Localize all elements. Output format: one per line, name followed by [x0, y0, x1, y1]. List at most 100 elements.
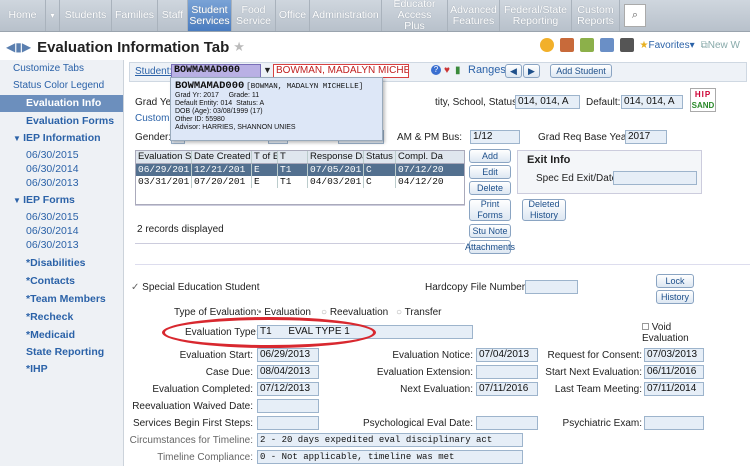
last-team-field[interactable]: 07/11/2014	[644, 382, 704, 396]
add-button[interactable]: Add	[469, 149, 511, 163]
psych-eval-field[interactable]	[476, 416, 538, 430]
circumstances-field[interactable]: 2 - 20 days expedited eval disciplinary …	[257, 433, 523, 447]
lock-button[interactable]: Lock	[656, 274, 694, 288]
section-divider	[135, 264, 750, 265]
student-name-field[interactable]: BOWMAN, MADALYN MICHELLE	[273, 64, 409, 78]
compliance-field[interactable]: 0 - Not applicable, timeline was met	[257, 450, 523, 464]
sidebar-iep-forms-date[interactable]: 06/30/2013	[26, 239, 79, 251]
services-begin-field[interactable]	[257, 416, 319, 430]
help-icon[interactable]	[539, 38, 554, 52]
history-button[interactable]: History	[656, 290, 694, 304]
edit-button[interactable]: Edit	[469, 165, 511, 179]
sidebar-item-evaluation-info[interactable]: Evaluation Info	[0, 95, 123, 112]
column-header[interactable]: Response Da	[308, 151, 364, 163]
table-cell: 07/12/20	[398, 164, 444, 175]
nav-student-services[interactable]: Student Services	[188, 0, 232, 31]
req-consent-field[interactable]: 07/03/2013	[644, 348, 704, 362]
sidebar-item-state-reporting[interactable]: State Reporting	[26, 346, 104, 358]
radio-transfer[interactable]: ○ Transfer	[396, 307, 442, 318]
column-header[interactable]: Evaluation St	[136, 151, 192, 163]
radio-label: Reevaluation	[329, 307, 389, 318]
stu-note-button[interactable]: Stu Note	[469, 224, 511, 238]
sidebar-item-ihp[interactable]: *IHP	[26, 363, 48, 375]
toolbar-icons: ★Favorites▾ ⧉New W	[539, 38, 740, 52]
delete-button[interactable]: Delete	[469, 181, 511, 195]
nav-custom-reports[interactable]: Custom Reports	[572, 0, 620, 31]
ranges-link[interactable]: Ranges	[468, 64, 506, 76]
report-icon[interactable]	[559, 38, 574, 52]
case-due-field[interactable]: 08/04/2013	[257, 365, 319, 379]
chevron-down-icon[interactable]: ▾	[46, 0, 60, 31]
column-header[interactable]: Date Created	[192, 151, 252, 163]
nav-families[interactable]: Families	[112, 0, 158, 31]
eval-notice-field[interactable]: 07/04/2013	[476, 348, 538, 362]
deleted-history-button[interactable]: Deleted History	[522, 199, 566, 221]
column-header[interactable]: Status	[364, 151, 396, 163]
radio-reevaluation[interactable]: ○ Reevaluation	[321, 307, 388, 318]
add-student-button[interactable]: Add Student	[550, 64, 612, 78]
student-dropdown-icon[interactable]: ▼	[263, 65, 272, 75]
search-icon[interactable]: ⌕	[624, 4, 646, 27]
edit-icon[interactable]	[579, 38, 594, 52]
psychiatric-field[interactable]	[644, 416, 704, 430]
sidebar-status-color-legend[interactable]: Status Color Legend	[13, 80, 104, 91]
nav-home[interactable]: Home	[0, 0, 46, 31]
prev-student-button[interactable]: ◀	[505, 64, 522, 78]
hardcopy-field[interactable]	[525, 280, 578, 294]
nav-office[interactable]: Office	[276, 0, 310, 31]
start-next-field[interactable]: 06/11/2016	[644, 365, 704, 379]
favorite-star-icon[interactable]: ★	[233, 39, 245, 55]
sidebar-item-team-members[interactable]: *Team Members	[26, 293, 106, 305]
nav-federal-state-reporting[interactable]: Federal/State Reporting	[500, 0, 572, 31]
sidebar-item-disabilities[interactable]: *Disabilities	[26, 257, 86, 269]
nav-arrows-icon[interactable]: ◀▮▶	[6, 40, 31, 54]
eval-completed-field[interactable]: 07/12/2013	[257, 382, 319, 396]
reeval-waived-field[interactable]	[257, 399, 319, 413]
sidebar-iep-forms-date[interactable]: 06/30/2014	[26, 225, 79, 237]
nav-staff[interactable]: Staff	[158, 0, 188, 31]
nav-advanced-features[interactable]: Advanced Features	[448, 0, 500, 31]
void-evaluation-checkbox[interactable]: Void Evaluation	[642, 322, 702, 344]
sidebar-item-iep-forms[interactable]: ▼ IEP Forms	[13, 194, 75, 206]
sidebar-item-recheck[interactable]: *Recheck	[26, 311, 73, 323]
sidebar-item-contacts[interactable]: *Contacts	[26, 275, 75, 287]
next-eval-label: Next Evaluation:	[400, 384, 473, 395]
special-ed-checkbox[interactable]: ✓ Special Education Student	[131, 282, 259, 293]
student-id-field[interactable]: BOWMAMAD000	[171, 64, 261, 78]
column-header[interactable]: T of E	[252, 151, 278, 163]
compliance-label: Timeline Compliance:	[157, 452, 253, 463]
nav-students[interactable]: Students	[60, 0, 112, 31]
camera-icon[interactable]	[619, 38, 634, 52]
column-header[interactable]: T	[278, 151, 308, 163]
sidebar-iep-forms-date[interactable]: 06/30/2015	[26, 211, 79, 223]
next-eval-field[interactable]: 07/11/2016	[476, 382, 538, 396]
student-label[interactable]: Student:	[135, 66, 172, 77]
flag-icon[interactable]: ▮	[455, 65, 461, 76]
eval-extension-field[interactable]	[476, 365, 538, 379]
attachments-button[interactable]: Attachments	[465, 240, 515, 254]
sidebar-customize-tabs[interactable]: Customize Tabs	[13, 63, 84, 74]
sidebar-item-iep-information[interactable]: ▼ IEP Information	[13, 132, 101, 144]
table-row[interactable]: 06/29/201 12/21/201 E T1 07/05/201 C 07/…	[136, 164, 464, 176]
sidebar-iep-info-date[interactable]: 06/30/2014	[26, 163, 79, 175]
next-student-button[interactable]: ▶	[523, 64, 540, 78]
nav-educator-access-plus[interactable]: Educator Access Plus	[382, 0, 448, 32]
eval-start-field[interactable]: 06/29/2013	[257, 348, 319, 362]
sidebar-item-evaluation-forms[interactable]: Evaluation Forms	[26, 115, 114, 127]
table-row[interactable]: 03/31/201 07/20/201 E T1 04/03/201 C 04/…	[136, 176, 464, 188]
sidebar-item-medicaid[interactable]: *Medicaid	[26, 329, 75, 341]
info-icon[interactable]: ?	[431, 65, 441, 75]
nav-administration[interactable]: Administration	[310, 0, 382, 31]
sidebar-iep-info-date[interactable]: 06/30/2013	[26, 177, 79, 189]
hip-sand-logo[interactable]: HIP SAND	[690, 88, 716, 112]
entity-school-status-field: 014, 014, A	[515, 95, 580, 109]
favorites-menu[interactable]: ★Favorites▾	[640, 40, 695, 51]
nav-food-service[interactable]: Food Service	[232, 0, 276, 31]
print-forms-button[interactable]: Print Forms	[469, 199, 511, 221]
sidebar-iep-info-date[interactable]: 06/30/2015	[26, 149, 79, 161]
column-header[interactable]: Compl. Da	[396, 151, 464, 163]
exit-date-field[interactable]	[613, 171, 697, 185]
new-window-link[interactable]: ⧉New W	[701, 40, 740, 51]
alert-icon[interactable]: ♥	[444, 65, 450, 76]
document-icon[interactable]	[599, 38, 614, 52]
